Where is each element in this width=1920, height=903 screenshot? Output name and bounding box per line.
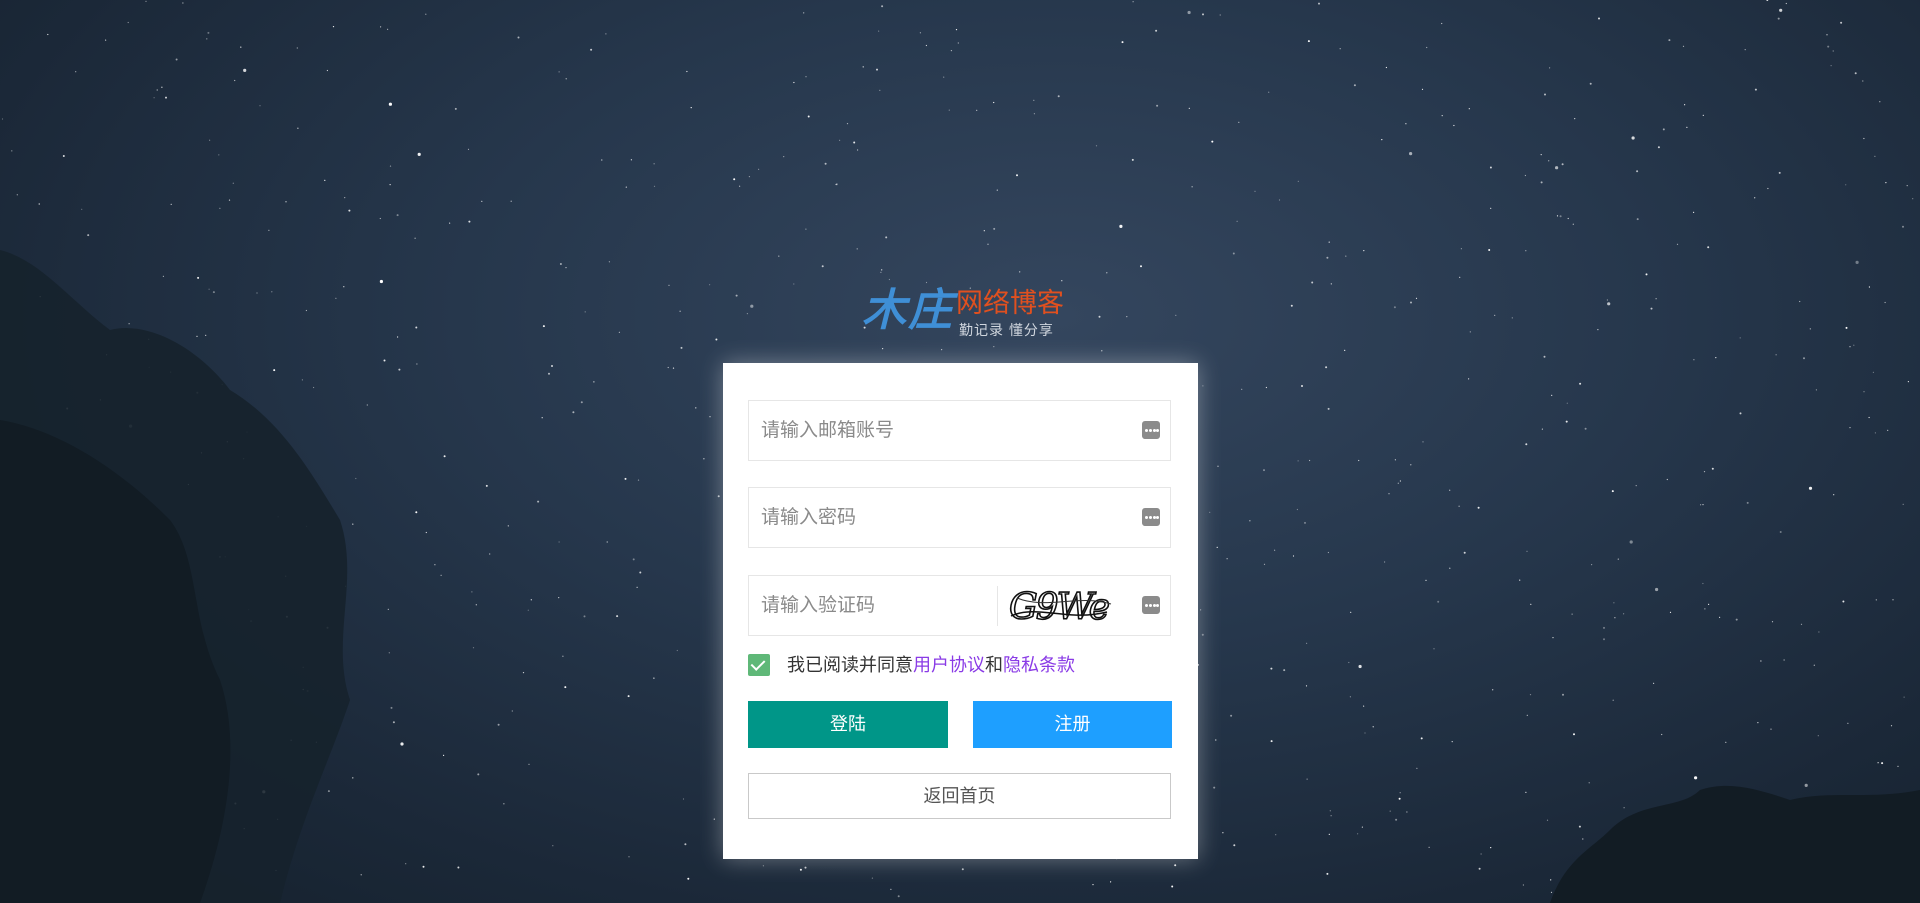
- login-card: G9We 我已阅读并同意用户协议和隐私条款 登陆 注册 返回首页: [723, 363, 1198, 859]
- agree-checkbox[interactable]: [748, 654, 770, 676]
- agreement-text: 我已阅读并同意用户协议和隐私条款: [787, 653, 1075, 677]
- agreement-prefix: 我已阅读并同意: [787, 655, 913, 675]
- autofill-dots-icon[interactable]: [1142, 421, 1160, 439]
- agreement-and: 和: [985, 655, 1003, 675]
- site-logo[interactable]: 木庄 网络博客 勤记录 懂分享: [862, 285, 1072, 345]
- back-to-home-button[interactable]: 返回首页: [748, 773, 1171, 819]
- captcha-noise-lines: [1010, 597, 1112, 617]
- register-button[interactable]: 注册: [973, 701, 1172, 748]
- logo-title: 网络博客: [956, 288, 1064, 318]
- logo-subtitle: 勤记录 懂分享: [959, 322, 1054, 338]
- password-input[interactable]: [749, 488, 1170, 547]
- autofill-dots-icon[interactable]: [1142, 596, 1160, 614]
- captcha-divider: [997, 586, 998, 626]
- user-agreement-link[interactable]: 用户协议: [913, 655, 985, 675]
- email-input[interactable]: [749, 401, 1170, 460]
- agreement-row: 我已阅读并同意用户协议和隐私条款: [748, 652, 1171, 676]
- login-button[interactable]: 登陆: [748, 701, 948, 748]
- email-field: [748, 400, 1171, 461]
- captcha-field: G9We: [748, 575, 1171, 636]
- logo-calligraphy: 木庄: [862, 285, 954, 336]
- captcha-input[interactable]: [749, 576, 994, 635]
- captcha-image[interactable]: G9We: [1007, 586, 1115, 628]
- password-field: [748, 487, 1171, 548]
- privacy-policy-link[interactable]: 隐私条款: [1003, 655, 1075, 675]
- autofill-dots-icon[interactable]: [1142, 508, 1160, 526]
